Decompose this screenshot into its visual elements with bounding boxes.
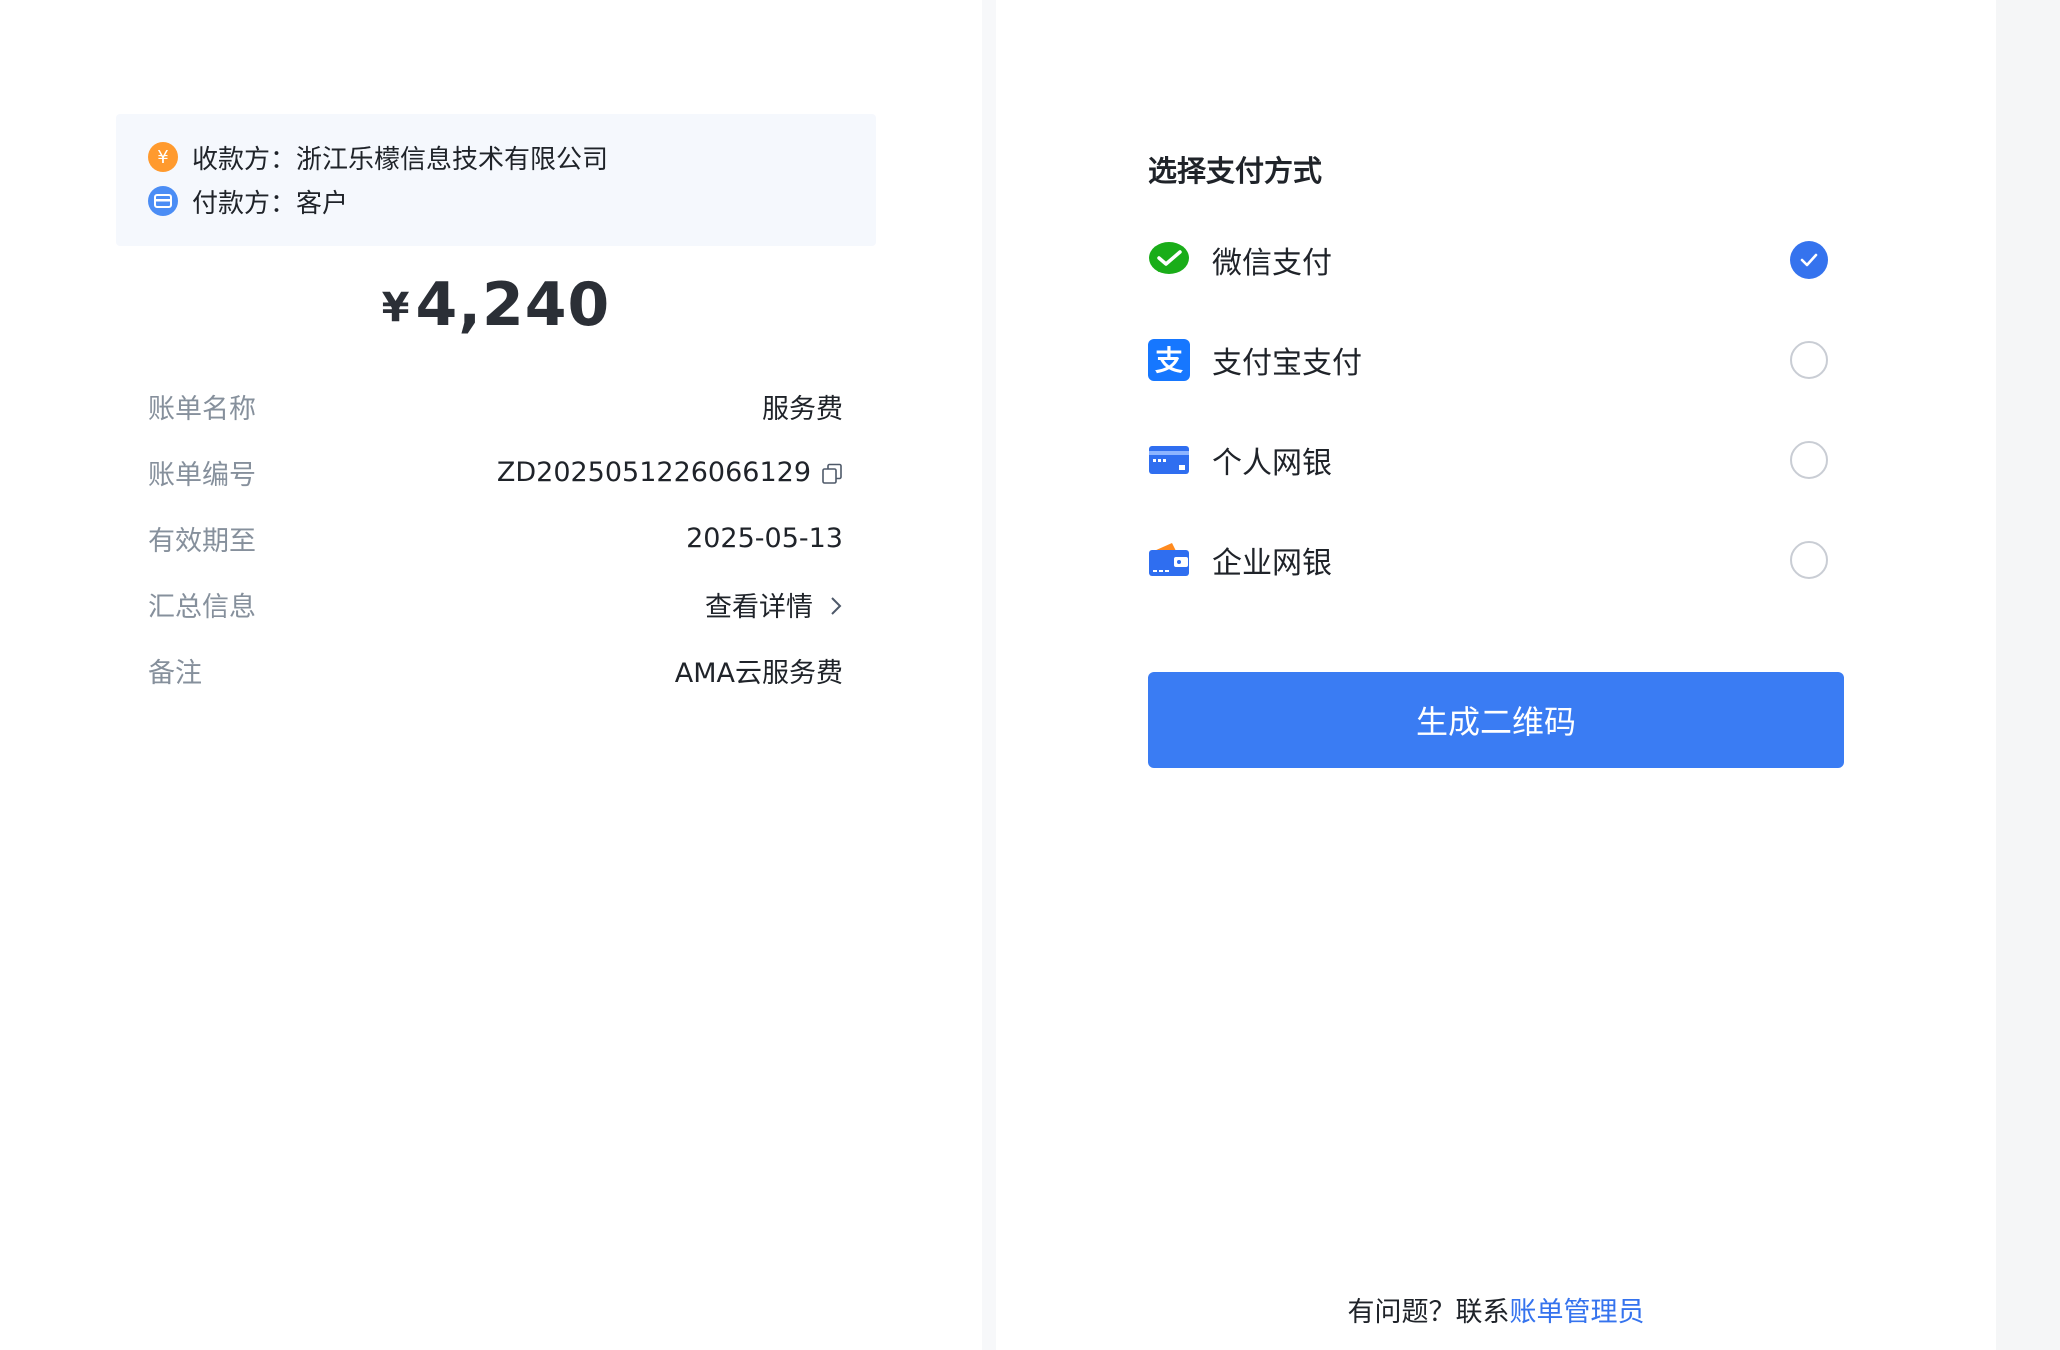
radio-unchecked[interactable]: [1790, 341, 1828, 379]
detail-label: 汇总信息: [148, 591, 256, 623]
panel-divider: [982, 0, 996, 1350]
bank-card-icon: [1148, 439, 1190, 481]
payment-option-label: 企业网银: [1212, 546, 1332, 581]
card-icon: [148, 186, 178, 216]
help-text: 有问题？联系: [1347, 1297, 1510, 1328]
view-details-text: 查看详情: [705, 591, 813, 623]
detail-row-expiry: 有效期至 2025-05-13: [148, 518, 843, 558]
payer-value: 客户: [296, 188, 349, 219]
alipay-icon: 支: [1148, 339, 1190, 381]
bill-panel: ¥ 收款方： 浙江乐檬信息技术有限公司 付款方： 客户 ¥4,240 账单名称 …: [0, 0, 982, 1350]
payer-label: 付款方：: [192, 188, 297, 219]
radio-unchecked[interactable]: [1790, 441, 1828, 479]
payment-option-label: 微信支付: [1212, 246, 1332, 281]
yuan-icon: ¥: [148, 142, 178, 172]
detail-label: 备注: [148, 657, 202, 689]
page: ¥ 收款方： 浙江乐檬信息技术有限公司 付款方： 客户 ¥4,240 账单名称 …: [0, 0, 2060, 1350]
bill-admin-link[interactable]: 账单管理员: [1510, 1297, 1645, 1328]
bill-number-value-wrap: ZD2025051226066129: [497, 457, 843, 488]
expiry-value: 2025-05-13: [686, 522, 843, 554]
payment-panel: 选择支付方式 微信支付 支 支付宝支付 个人网银 企业网银 生成二维码 有问题？…: [996, 0, 1996, 1350]
detail-label: 账单编号: [148, 459, 256, 491]
payee-row: ¥ 收款方： 浙江乐檬信息技术有限公司: [148, 139, 608, 175]
payment-option-wechat[interactable]: 微信支付: [1148, 236, 1828, 284]
payment-option-alipay[interactable]: 支 支付宝支付: [1148, 336, 1828, 384]
wechat-pay-icon: [1148, 239, 1190, 281]
detail-row-bill-name: 账单名称 服务费: [148, 386, 843, 426]
page-edge: [1996, 0, 2060, 1350]
detail-label: 有效期至: [148, 525, 256, 557]
generate-qr-button[interactable]: 生成二维码: [1148, 672, 1844, 768]
bill-amount: ¥4,240: [116, 270, 876, 340]
svg-text:支: 支: [1155, 344, 1183, 377]
radio-checked[interactable]: [1790, 241, 1828, 279]
detail-row-remark: 备注 AMA云服务费: [148, 650, 843, 690]
payment-option-label: 支付宝支付: [1212, 346, 1362, 381]
currency-symbol: ¥: [381, 285, 410, 331]
copy-icon[interactable]: [821, 461, 843, 484]
payment-method-title: 选择支付方式: [1148, 154, 1323, 188]
detail-row-summary: 汇总信息 查看详情: [148, 584, 843, 624]
payer-row: 付款方： 客户: [148, 183, 348, 219]
radio-unchecked[interactable]: [1790, 541, 1828, 579]
detail-value: 服务费: [762, 393, 843, 425]
remark-value: AMA云服务费: [674, 657, 843, 689]
help-footer: 有问题？联系账单管理员: [996, 1290, 1996, 1329]
bill-number-value: ZD2025051226066129: [496, 456, 811, 488]
detail-row-bill-number: 账单编号 ZD2025051226066129: [148, 452, 843, 492]
payee-label: 收款方：: [192, 144, 297, 175]
party-info-box: ¥ 收款方： 浙江乐檬信息技术有限公司 付款方： 客户: [116, 114, 876, 246]
view-details-link[interactable]: 查看详情: [705, 585, 843, 624]
amount-value: 4,240: [415, 270, 611, 340]
payment-option-personal-bank[interactable]: 个人网银: [1148, 436, 1828, 484]
wallet-icon: [1148, 539, 1190, 581]
payment-option-business-bank[interactable]: 企业网银: [1148, 536, 1828, 584]
detail-label: 账单名称: [148, 393, 256, 425]
payment-option-label: 个人网银: [1212, 446, 1332, 481]
chevron-right-icon: [829, 593, 843, 615]
payee-value: 浙江乐檬信息技术有限公司: [296, 144, 609, 175]
